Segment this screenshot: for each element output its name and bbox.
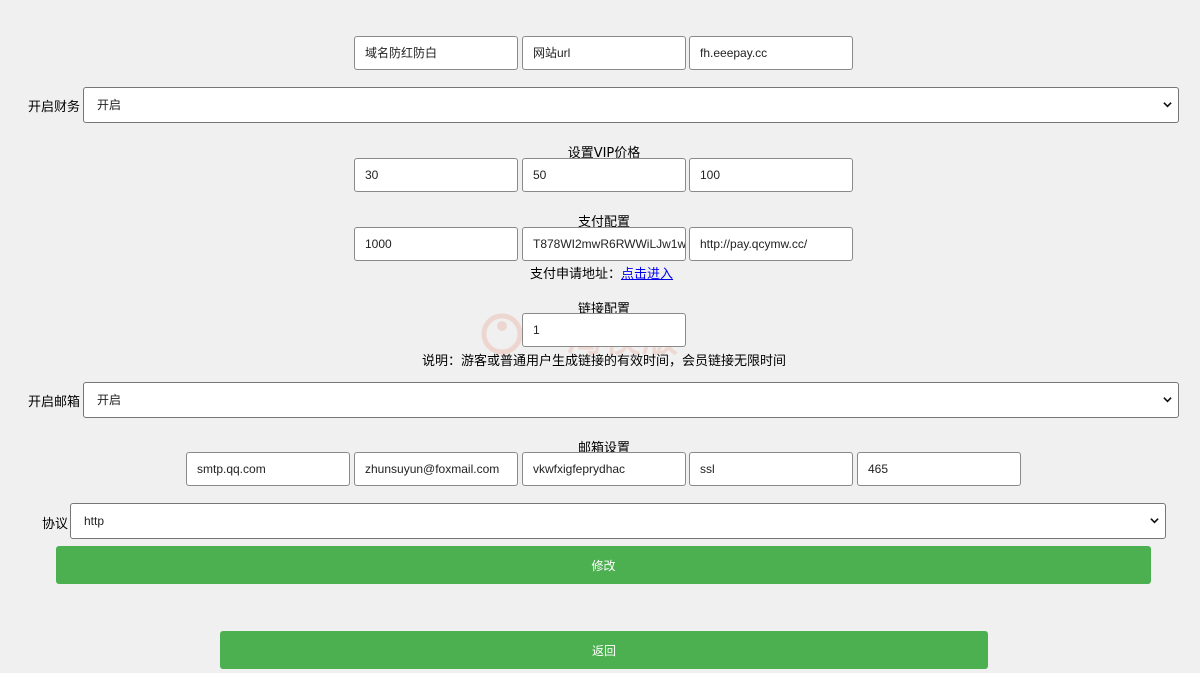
vip-price-input-2[interactable]: 50 <box>522 158 686 192</box>
finance-select[interactable]: 开启 <box>83 87 1179 123</box>
mail-toggle-select-value: 开启 <box>97 393 122 407</box>
chevron-down-icon <box>1163 397 1172 403</box>
payment-url-input[interactable]: http://pay.qcymw.cc/ <box>689 227 853 261</box>
domain-name-input[interactable]: 域名防红防白 <box>354 36 518 70</box>
protocol-select[interactable]: http <box>70 503 1166 539</box>
vip-price-input-1[interactable]: 30 <box>354 158 518 192</box>
mail-encryption-input[interactable]: ssl <box>689 452 853 486</box>
mail-port-input[interactable]: 465 <box>857 452 1021 486</box>
mail-password-input[interactable]: vkwfxigfeprydhac <box>522 452 686 486</box>
link-duration-input[interactable]: 1 <box>522 313 686 347</box>
site-url-input[interactable]: 网站url <box>522 36 686 70</box>
back-button[interactable]: 返回 <box>220 631 988 669</box>
domain-value-input[interactable]: fh.eeepay.cc <box>689 36 853 70</box>
payment-apply-line: 支付申请地址：点击进入 <box>530 263 673 282</box>
payment-apply-link[interactable]: 点击进入 <box>621 267 673 282</box>
protocol-label: 协议 <box>42 517 69 532</box>
payment-id-input[interactable]: 1000 <box>354 227 518 261</box>
mail-account-input[interactable]: zhunsuyun@foxmail.com <box>354 452 518 486</box>
vip-price-input-3[interactable]: 100 <box>689 158 853 192</box>
payment-key-input[interactable]: T878WI2mwR6RWWiLJw1w <box>522 227 686 261</box>
payment-apply-prefix: 支付申请地址： <box>530 267 622 282</box>
mail-toggle-label: 开启邮箱 <box>28 395 81 410</box>
chevron-down-icon <box>1163 102 1172 108</box>
mail-toggle-select[interactable]: 开启 <box>83 382 1179 418</box>
protocol-select-value: http <box>84 514 105 528</box>
chevron-down-icon <box>1150 518 1159 524</box>
finance-select-value: 开启 <box>97 98 122 112</box>
link-config-note: 说明：游客或普通用户生成链接的有效时间，会员链接无限时间 <box>421 354 786 369</box>
finance-label: 开启财务 <box>28 100 81 115</box>
modify-button[interactable]: 修改 <box>56 546 1151 584</box>
smtp-host-input[interactable]: smtp.qq.com <box>186 452 350 486</box>
